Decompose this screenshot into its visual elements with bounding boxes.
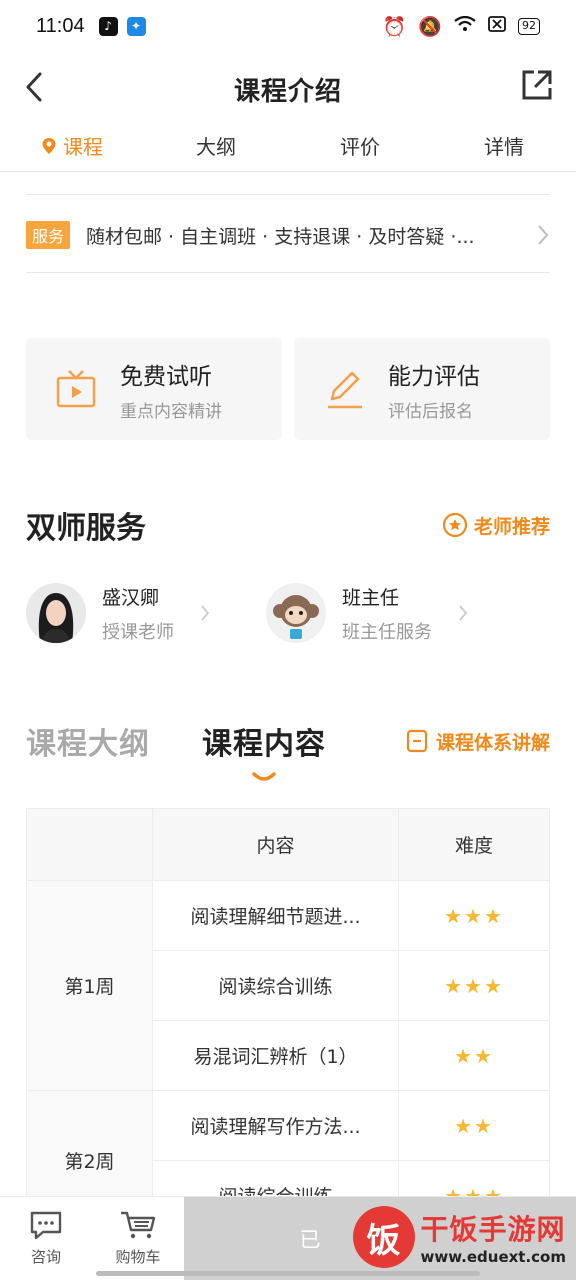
consult-button[interactable]: 咨询 [0, 1197, 92, 1280]
tab-course-content[interactable]: 课程内容 [202, 719, 326, 781]
week-cell: 第1周 [26, 880, 153, 1091]
cart-button[interactable]: 购物车 [92, 1197, 184, 1280]
divider [26, 194, 550, 195]
card-title: 能力评估 [388, 363, 480, 390]
consult-label: 咨询 [30, 1248, 61, 1266]
sim-icon [488, 15, 506, 37]
tab-course-outline[interactable]: 课程大纲 [26, 719, 150, 763]
service-text: 随材包邮 · 自主调班 · 支持退课 · 及时答疑 ·... [86, 225, 475, 248]
watermark-url: www.eduext.com [420, 1248, 566, 1266]
difficulty-stars: ★★ [398, 1090, 550, 1161]
course-content-table: 内容 难度 第1周 阅读理解细节题进... ★★★ 阅读综合训练 ★★★ 易混词… [26, 808, 550, 1231]
teacher-name: 盛汉卿 [102, 586, 160, 609]
chevron-right-icon [538, 225, 549, 245]
table-header-empty [26, 808, 153, 881]
tab-label: 详情 [484, 135, 524, 159]
cart-label: 购物车 [115, 1248, 161, 1266]
status-bar: 11:04 ♪ ✦ ⏰ 🔕 92 [0, 0, 576, 52]
teacher-item[interactable]: 班主任 班主任服务 [266, 580, 506, 646]
home-indicator[interactable] [96, 1271, 480, 1276]
pencil-icon [328, 371, 362, 409]
watermark-title: 干饭手游网 [420, 1213, 566, 1246]
tab-reviews[interactable]: 评价 [288, 120, 432, 171]
app-notification-icon: ✦ [126, 16, 146, 36]
teacher-list: 盛汉卿 授课老师 班主任 班主任服务 [26, 580, 550, 646]
outline-header: 课程大纲 课程内容 课程体系讲解 [26, 716, 550, 781]
service-badge: 服务 [26, 221, 71, 249]
teacher-name: 班主任 [342, 586, 400, 609]
feature-cards: 免费试听 重点内容精讲 能力评估 评估后报名 [26, 338, 550, 440]
class-teacher-avatar [266, 583, 326, 643]
tiktok-icon: ♪ [98, 16, 118, 36]
section-title: 双师服务 [26, 511, 146, 546]
content-cell: 阅读理解细节题进... [152, 880, 399, 951]
back-icon[interactable] [20, 70, 50, 104]
chevron-right-icon [201, 605, 210, 621]
tab-label: 课程内容 [202, 727, 326, 762]
table-header: 难度 [398, 808, 550, 881]
free-trial-card[interactable]: 免费试听 重点内容精讲 [26, 338, 282, 440]
teacher-role: 班主任服务 [342, 621, 432, 643]
star-badge-icon [442, 512, 468, 538]
wifi-icon [454, 15, 476, 37]
tab-label: 大纲 [196, 135, 236, 159]
service-row[interactable]: 服务 随材包邮 · 自主调班 · 支持退课 · 及时答疑 ·... [26, 212, 550, 258]
active-tab-indicator [252, 772, 276, 781]
tab-course[interactable]: 课程 [0, 120, 144, 171]
alarm-icon: ⏰ [382, 15, 407, 38]
card-title: 免费试听 [120, 363, 212, 390]
enroll-label: 已 [299, 1227, 321, 1252]
explain-label: 课程体系讲解 [435, 731, 550, 754]
watermark-logo: 饭 [352, 1206, 415, 1268]
table-header-row: 内容 难度 [26, 808, 550, 881]
tab-label: 评价 [340, 135, 380, 159]
shopping-cart-icon [121, 1211, 156, 1239]
table-row: 第1周 阅读理解细节题进... ★★★ [26, 880, 550, 1091]
card-subtitle: 评估后报名 [388, 401, 473, 422]
course-system-explain-button[interactable]: 课程体系讲解 [406, 728, 550, 755]
table-header: 内容 [152, 808, 399, 881]
ability-assessment-card[interactable]: 能力评估 评估后报名 [294, 338, 550, 440]
tab-details[interactable]: 详情 [432, 120, 576, 171]
teacher-recommend-button[interactable]: 老师推荐 [442, 512, 550, 539]
top-tabs: 课程 大纲 评价 详情 [0, 120, 576, 172]
page-title: 课程介绍 [233, 76, 342, 107]
teacher-role: 授课老师 [102, 621, 174, 643]
card-subtitle: 重点内容精讲 [120, 401, 222, 422]
share-icon[interactable] [520, 68, 554, 102]
status-time: 11:04 [36, 14, 85, 37]
difficulty-stars: ★★★ [398, 950, 550, 1021]
content-cell: 阅读理解写作方法... [152, 1090, 399, 1161]
tv-play-icon [56, 370, 96, 408]
chevron-right-icon [459, 605, 468, 621]
location-pin-icon [42, 137, 56, 154]
document-icon [406, 729, 428, 753]
dual-teacher-header: 双师服务 老师推荐 [26, 502, 550, 548]
watermark: 饭 干饭手游网 www.eduext.com [352, 1206, 566, 1268]
table-row: 第2周 阅读理解写作方法... ★★ [26, 1090, 550, 1231]
recommend-label: 老师推荐 [473, 515, 550, 538]
difficulty-stars: ★★ [398, 1020, 550, 1091]
teacher-avatar [26, 583, 86, 643]
tab-outline[interactable]: 大纲 [144, 120, 288, 171]
divider [26, 272, 550, 273]
tab-label: 课程 [63, 135, 103, 159]
nav-bar: 课程介绍 [0, 58, 576, 120]
content-cell: 易混词汇辨析（1） [152, 1020, 399, 1091]
chat-bubble-icon [30, 1211, 62, 1240]
difficulty-stars: ★★★ [398, 880, 550, 951]
battery-icon: 92 [518, 17, 540, 35]
mute-icon: 🔕 [418, 15, 442, 38]
content-cell: 阅读综合训练 [152, 950, 399, 1021]
teacher-item[interactable]: 盛汉卿 授课老师 [26, 580, 266, 646]
